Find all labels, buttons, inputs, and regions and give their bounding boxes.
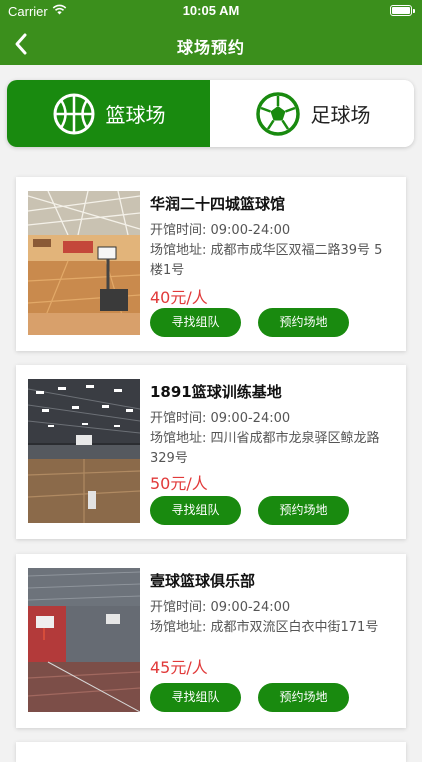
status-bar: Carrier 10:05 AM xyxy=(0,0,422,22)
book-court-button[interactable]: 预约场地 xyxy=(258,308,349,337)
book-court-button[interactable]: 预约场地 xyxy=(258,496,349,525)
tab-basketball[interactable]: 篮球场 xyxy=(7,80,210,147)
venue-address: 场馆地址: 四川省成都市龙泉驿区鲸龙路329号 xyxy=(150,431,380,466)
venue-price: 50元/人 xyxy=(150,474,208,493)
venue-hours: 开馆时间: 09:00-24:00 xyxy=(150,600,291,615)
tab-soccer[interactable]: 足球场 xyxy=(211,80,414,147)
venue-photo xyxy=(28,379,140,523)
clock: 10:05 AM xyxy=(182,3,240,18)
tab-basketball-label: 篮球场 xyxy=(105,103,166,127)
venue-address: 场馆地址: 成都市双流区白衣中街171号 xyxy=(150,620,379,635)
find-team-button[interactable]: 寻找组队 xyxy=(150,308,241,337)
navigation-bar: Carrier 10:05 AM 球场预约 xyxy=(0,0,422,65)
page-title: 球场预约 xyxy=(176,38,245,57)
venue-name: 壹球篮球俱乐部 xyxy=(150,572,256,590)
find-team-button[interactable]: 寻找组队 xyxy=(150,683,241,712)
venue-card[interactable]: 1891篮球训练基地 开馆时间: 09:00-24:00 场馆地址: 四川省成都… xyxy=(16,365,406,539)
venue-name: 华润二十四城篮球馆 xyxy=(150,195,286,213)
venue-price: 45元/人 xyxy=(150,658,208,677)
tab-soccer-label: 足球场 xyxy=(310,103,371,127)
venue-photo xyxy=(28,191,140,335)
court-type-switcher: 篮球场 足球场 xyxy=(7,80,414,147)
find-team-button[interactable]: 寻找组队 xyxy=(150,496,241,525)
venue-address: 场馆地址: 成都市成华区双福二路39号 5楼1号 xyxy=(150,243,383,278)
venue-card-partial[interactable] xyxy=(16,742,406,762)
venue-name: 1891篮球训练基地 xyxy=(150,383,282,401)
venue-price: 40元/人 xyxy=(150,288,208,307)
venue-card[interactable]: 华润二十四城篮球馆 开馆时间: 09:00-24:00 场馆地址: 成都市成华区… xyxy=(16,177,406,351)
venue-card[interactable]: 壹球篮球俱乐部 开馆时间: 09:00-24:00 场馆地址: 成都市双流区白衣… xyxy=(16,554,406,728)
venue-hours: 开馆时间: 09:00-24:00 xyxy=(150,411,291,426)
battery-icon xyxy=(390,5,415,16)
soccer-ball-icon xyxy=(255,91,300,136)
venue-hours: 开馆时间: 09:00-24:00 xyxy=(150,223,291,238)
venue-photo xyxy=(28,568,140,712)
book-court-button[interactable]: 预约场地 xyxy=(258,683,349,712)
basketball-icon xyxy=(53,93,94,134)
